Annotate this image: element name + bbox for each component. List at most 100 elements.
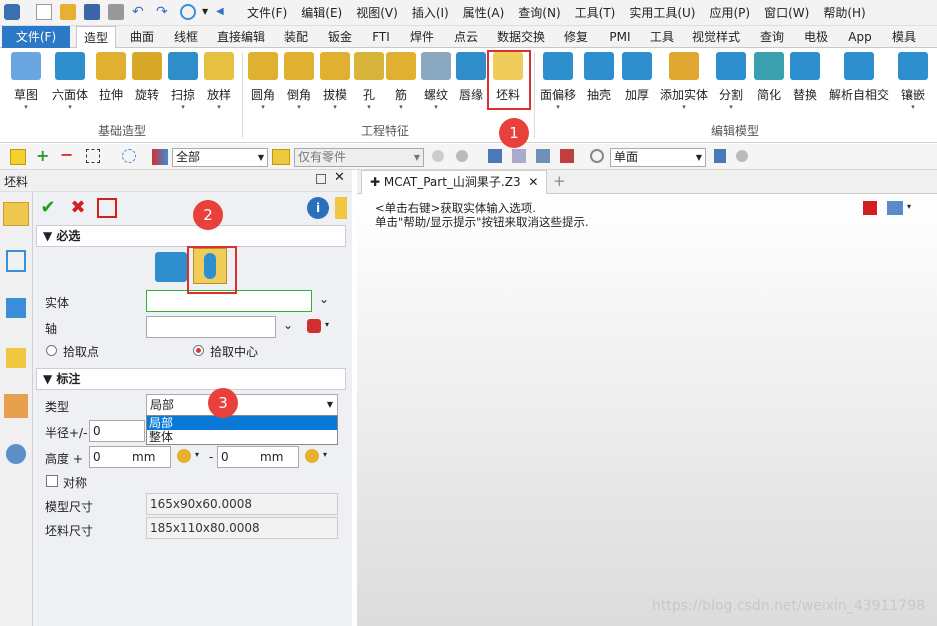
- fillet-button[interactable]: 圆角 ▾: [246, 52, 280, 111]
- apply-icon[interactable]: [97, 198, 117, 218]
- parts-only-select[interactable]: 仅有零件 ▼: [294, 148, 424, 167]
- tab-fti[interactable]: FTI: [364, 26, 398, 48]
- radius-input[interactable]: 0: [89, 420, 145, 442]
- pick-point-radio[interactable]: [46, 345, 57, 356]
- menu-apps[interactable]: 应用(P): [703, 0, 758, 26]
- extrude-button[interactable]: 拉伸: [94, 52, 128, 103]
- pick-icon[interactable]: [512, 149, 526, 163]
- tab-electrode[interactable]: 电极: [796, 26, 836, 48]
- resolve-self-intersection-button[interactable]: 解析自相交: [826, 52, 892, 103]
- open-folder-icon[interactable]: [60, 4, 76, 20]
- tab-inquire[interactable]: 查询: [752, 26, 792, 48]
- height-plus-input[interactable]: 0 mm: [89, 446, 171, 468]
- simplify-button[interactable]: 简化: [752, 52, 786, 103]
- option-whole[interactable]: 整体: [147, 430, 337, 444]
- help-icon[interactable]: [335, 197, 347, 219]
- tab-surface[interactable]: 曲面: [122, 26, 162, 48]
- loft-button[interactable]: 放样 ▾: [202, 52, 236, 111]
- revolve-button[interactable]: 旋转: [130, 52, 164, 103]
- new-file-icon[interactable]: [36, 4, 52, 20]
- measure-icon[interactable]: [305, 449, 319, 463]
- lasso-icon[interactable]: [122, 149, 136, 163]
- chevron-down-icon[interactable]: ⌄: [319, 292, 329, 306]
- option-partial[interactable]: 局部: [147, 416, 337, 430]
- axis-option-icon[interactable]: [307, 319, 321, 333]
- tab-visual-style[interactable]: 视觉样式: [684, 26, 748, 48]
- refresh-icon[interactable]: [180, 4, 196, 20]
- view-manager-icon[interactable]: [4, 394, 28, 418]
- box-button[interactable]: 六面体 ▾: [48, 52, 92, 111]
- symmetric-checkbox[interactable]: [46, 475, 58, 487]
- hole-button[interactable]: 孔 ▾: [354, 52, 384, 111]
- thread-button[interactable]: 螺纹 ▾: [418, 52, 454, 111]
- add-solid-button[interactable]: 添加实体 ▾: [658, 52, 710, 111]
- blank-feature-icon[interactable]: [3, 202, 29, 226]
- part-icon[interactable]: [6, 348, 26, 368]
- view-options-icon[interactable]: [887, 201, 903, 215]
- dropdown-icon[interactable]: ▾: [325, 320, 329, 329]
- thicken-button[interactable]: 加厚: [620, 52, 654, 103]
- print-icon[interactable]: [108, 4, 124, 20]
- menu-insert[interactable]: 插入(I): [405, 0, 456, 26]
- save-icon[interactable]: [84, 4, 100, 20]
- pick-icon[interactable]: [488, 149, 502, 163]
- pointer-icon[interactable]: [560, 149, 574, 163]
- filter-icon[interactable]: [152, 149, 168, 165]
- menu-attribute[interactable]: 属性(A): [456, 0, 512, 26]
- graphics-viewport[interactable]: <单击右键>获取实体输入选项. 单击"帮助/显示提示"按钮来取消这些提示. ▾ …: [357, 194, 937, 626]
- undo-icon[interactable]: ↶: [132, 4, 148, 20]
- select-pointer-icon[interactable]: [10, 149, 26, 165]
- redo-icon[interactable]: ↷: [156, 4, 172, 20]
- info-icon[interactable]: i: [307, 197, 329, 219]
- tab-data-exchange[interactable]: 数据交换: [490, 26, 552, 48]
- tab-weldment[interactable]: 焊件: [402, 26, 442, 48]
- chamfer-button[interactable]: 倒角 ▾: [282, 52, 316, 111]
- menu-utilities[interactable]: 实用工具(U): [622, 0, 702, 26]
- tab-assembly[interactable]: 装配: [276, 26, 316, 48]
- dropdown-icon[interactable]: ▾: [323, 450, 327, 459]
- type-select[interactable]: 局部 ▼: [146, 394, 338, 416]
- sweep-button[interactable]: 扫掠 ▾: [166, 52, 200, 111]
- new-tab-icon[interactable]: +: [553, 172, 566, 190]
- tab-mold[interactable]: 模具: [884, 26, 924, 48]
- ok-check-icon[interactable]: ✔: [37, 197, 59, 219]
- history-icon[interactable]: [590, 149, 604, 163]
- menu-query[interactable]: 查询(N): [511, 0, 567, 26]
- box-blank-icon[interactable]: [155, 252, 187, 282]
- lip-button[interactable]: 唇缘: [454, 52, 488, 103]
- sketch-button[interactable]: 草图 ▾: [6, 52, 46, 111]
- assembly-tree-icon[interactable]: [6, 298, 26, 318]
- pick-icon[interactable]: [536, 149, 550, 163]
- draft-button[interactable]: 拔模 ▾: [318, 52, 352, 111]
- tab-wireframe[interactable]: 线框: [166, 26, 206, 48]
- chevron-down-icon[interactable]: ⌄: [283, 318, 293, 332]
- face-offset-button[interactable]: 面偏移 ▾: [538, 52, 578, 111]
- close-icon[interactable]: ✕: [334, 170, 345, 185]
- parts-filter-icon[interactable]: [272, 149, 290, 165]
- required-section-header[interactable]: ▼ 必选: [36, 225, 346, 247]
- menu-edit[interactable]: 编辑(E): [294, 0, 349, 26]
- tab-direct-edit[interactable]: 直接编辑: [210, 26, 272, 48]
- cursor-icon[interactable]: [714, 149, 726, 163]
- dropdown-icon[interactable]: ▾: [907, 202, 911, 211]
- settings-icon[interactable]: [736, 150, 748, 162]
- tab-modeling[interactable]: 造型: [76, 26, 116, 49]
- emboss-button[interactable]: 镶嵌 ▾: [896, 52, 930, 111]
- filter-select[interactable]: 全部 ▼: [172, 148, 268, 167]
- annotation-section-header[interactable]: ▼ 标注: [36, 368, 346, 390]
- remove-icon[interactable]: −: [60, 145, 73, 164]
- rib-button[interactable]: 筋 ▾: [386, 52, 416, 111]
- user-icon[interactable]: [6, 444, 26, 464]
- history-tree-icon[interactable]: [6, 250, 26, 272]
- menu-window[interactable]: 窗口(W): [757, 0, 816, 26]
- tab-app[interactable]: App: [840, 26, 880, 48]
- arrow-left-icon[interactable]: ◀: [216, 4, 232, 20]
- dropdown-icon[interactable]: ▾: [195, 450, 199, 459]
- menu-file[interactable]: 文件(F): [240, 0, 294, 26]
- face-mode-select[interactable]: 单面 ▼: [610, 148, 706, 167]
- tab-point-cloud[interactable]: 点云: [446, 26, 486, 48]
- exit-icon[interactable]: [863, 201, 877, 215]
- height-minus-input[interactable]: 0 mm: [217, 446, 299, 468]
- document-tab[interactable]: ✚ MCAT_Part_山涧果子.Z3 ✕: [361, 170, 547, 194]
- measure-icon[interactable]: [177, 449, 191, 463]
